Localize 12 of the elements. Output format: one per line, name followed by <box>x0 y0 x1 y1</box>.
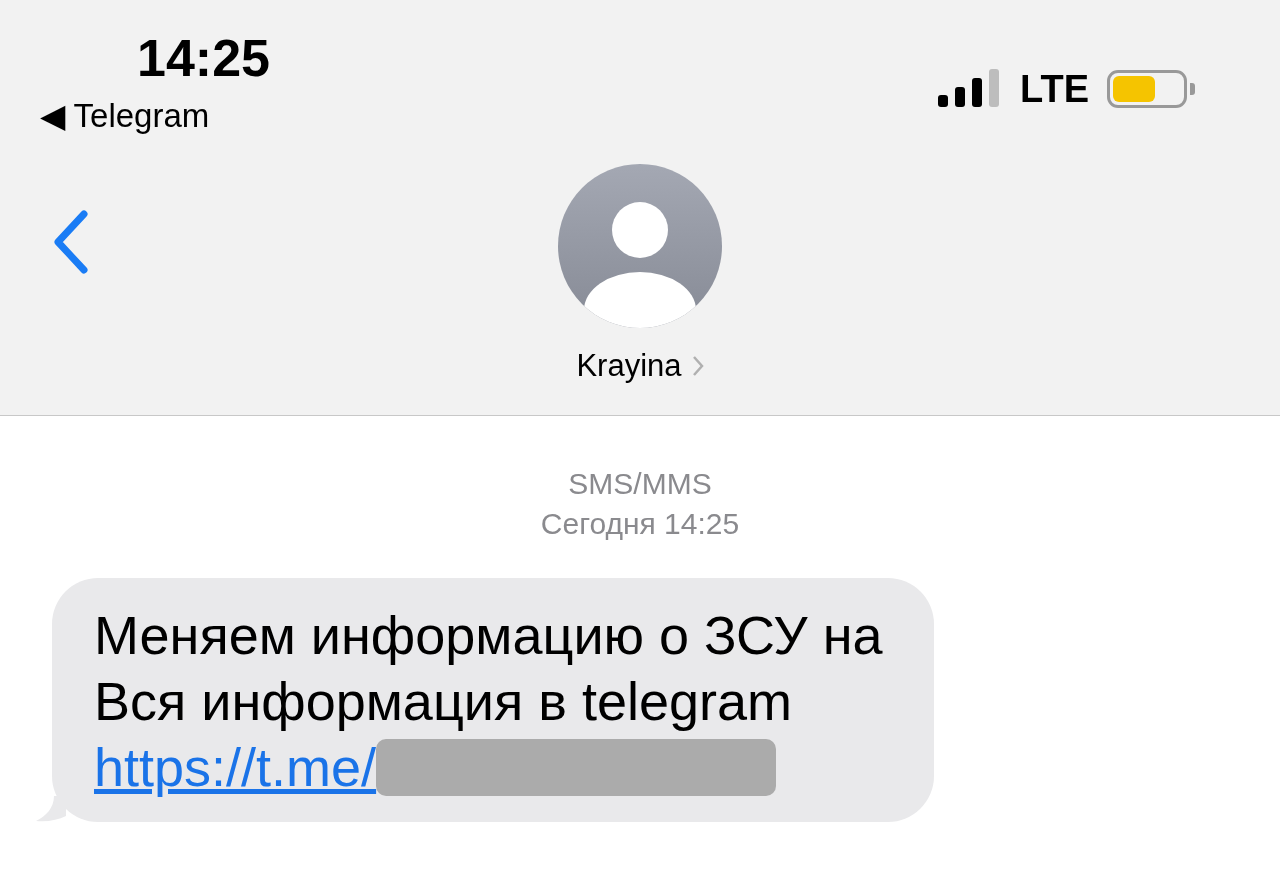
status-time: 14:25 <box>137 28 270 88</box>
avatar-icon[interactable] <box>558 164 722 328</box>
back-to-app-link[interactable]: ◀ Telegram <box>40 96 210 136</box>
message-timestamp: Сегодня 14:25 <box>540 506 740 542</box>
service-label: SMS/MMS <box>568 466 712 502</box>
message-line: Меняем информацию о ЗСУ на <box>94 604 883 667</box>
message-line: Вся информация в telegram <box>94 670 794 733</box>
contact-name[interactable]: Krayina <box>576 348 704 384</box>
battery-icon <box>1107 70 1195 108</box>
network-type: LTE <box>1020 67 1089 111</box>
message-link[interactable]: https://t.me/ <box>94 736 377 798</box>
chevron-icon <box>691 355 704 377</box>
